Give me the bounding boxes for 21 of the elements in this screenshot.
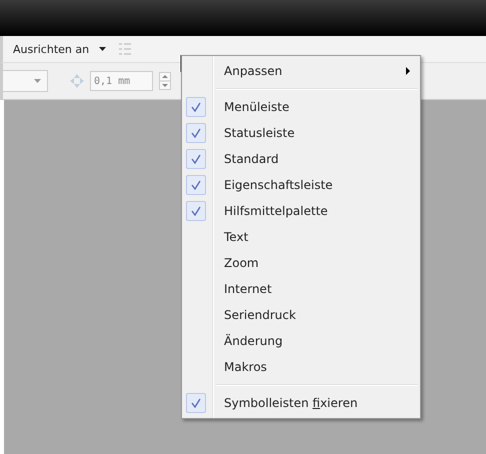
- menu-item[interactable]: Anpassen: [182, 58, 420, 84]
- menu-item[interactable]: Text: [182, 224, 420, 250]
- spin-buttons-icon[interactable]: [159, 72, 171, 90]
- submenu-arrow-icon: [406, 67, 410, 75]
- menu-item[interactable]: Statusleiste: [182, 120, 420, 146]
- menu-item[interactable]: Änderung: [182, 328, 420, 354]
- menu-item[interactable]: Makros: [182, 354, 420, 380]
- menu-item[interactable]: Menüleiste: [182, 94, 420, 120]
- menu-item[interactable]: Symbolleisten fixieren: [182, 390, 420, 416]
- menu-item[interactable]: Hilfsmittelpalette: [182, 198, 420, 224]
- align-dropdown[interactable]: Ausrichten an: [9, 40, 110, 58]
- list-icon[interactable]: [118, 41, 132, 57]
- dropdown-field[interactable]: [3, 70, 48, 92]
- menu-item[interactable]: Internet: [182, 276, 420, 302]
- caret-icon: [34, 79, 41, 83]
- move-icon: [70, 74, 84, 88]
- menu-item[interactable]: Standard: [182, 146, 420, 172]
- menu-item[interactable]: Zoom: [182, 250, 420, 276]
- menu-item[interactable]: Seriendruck: [182, 302, 420, 328]
- caret-icon: [98, 47, 106, 52]
- menu-item[interactable]: Eigenschaftsleiste: [182, 172, 420, 198]
